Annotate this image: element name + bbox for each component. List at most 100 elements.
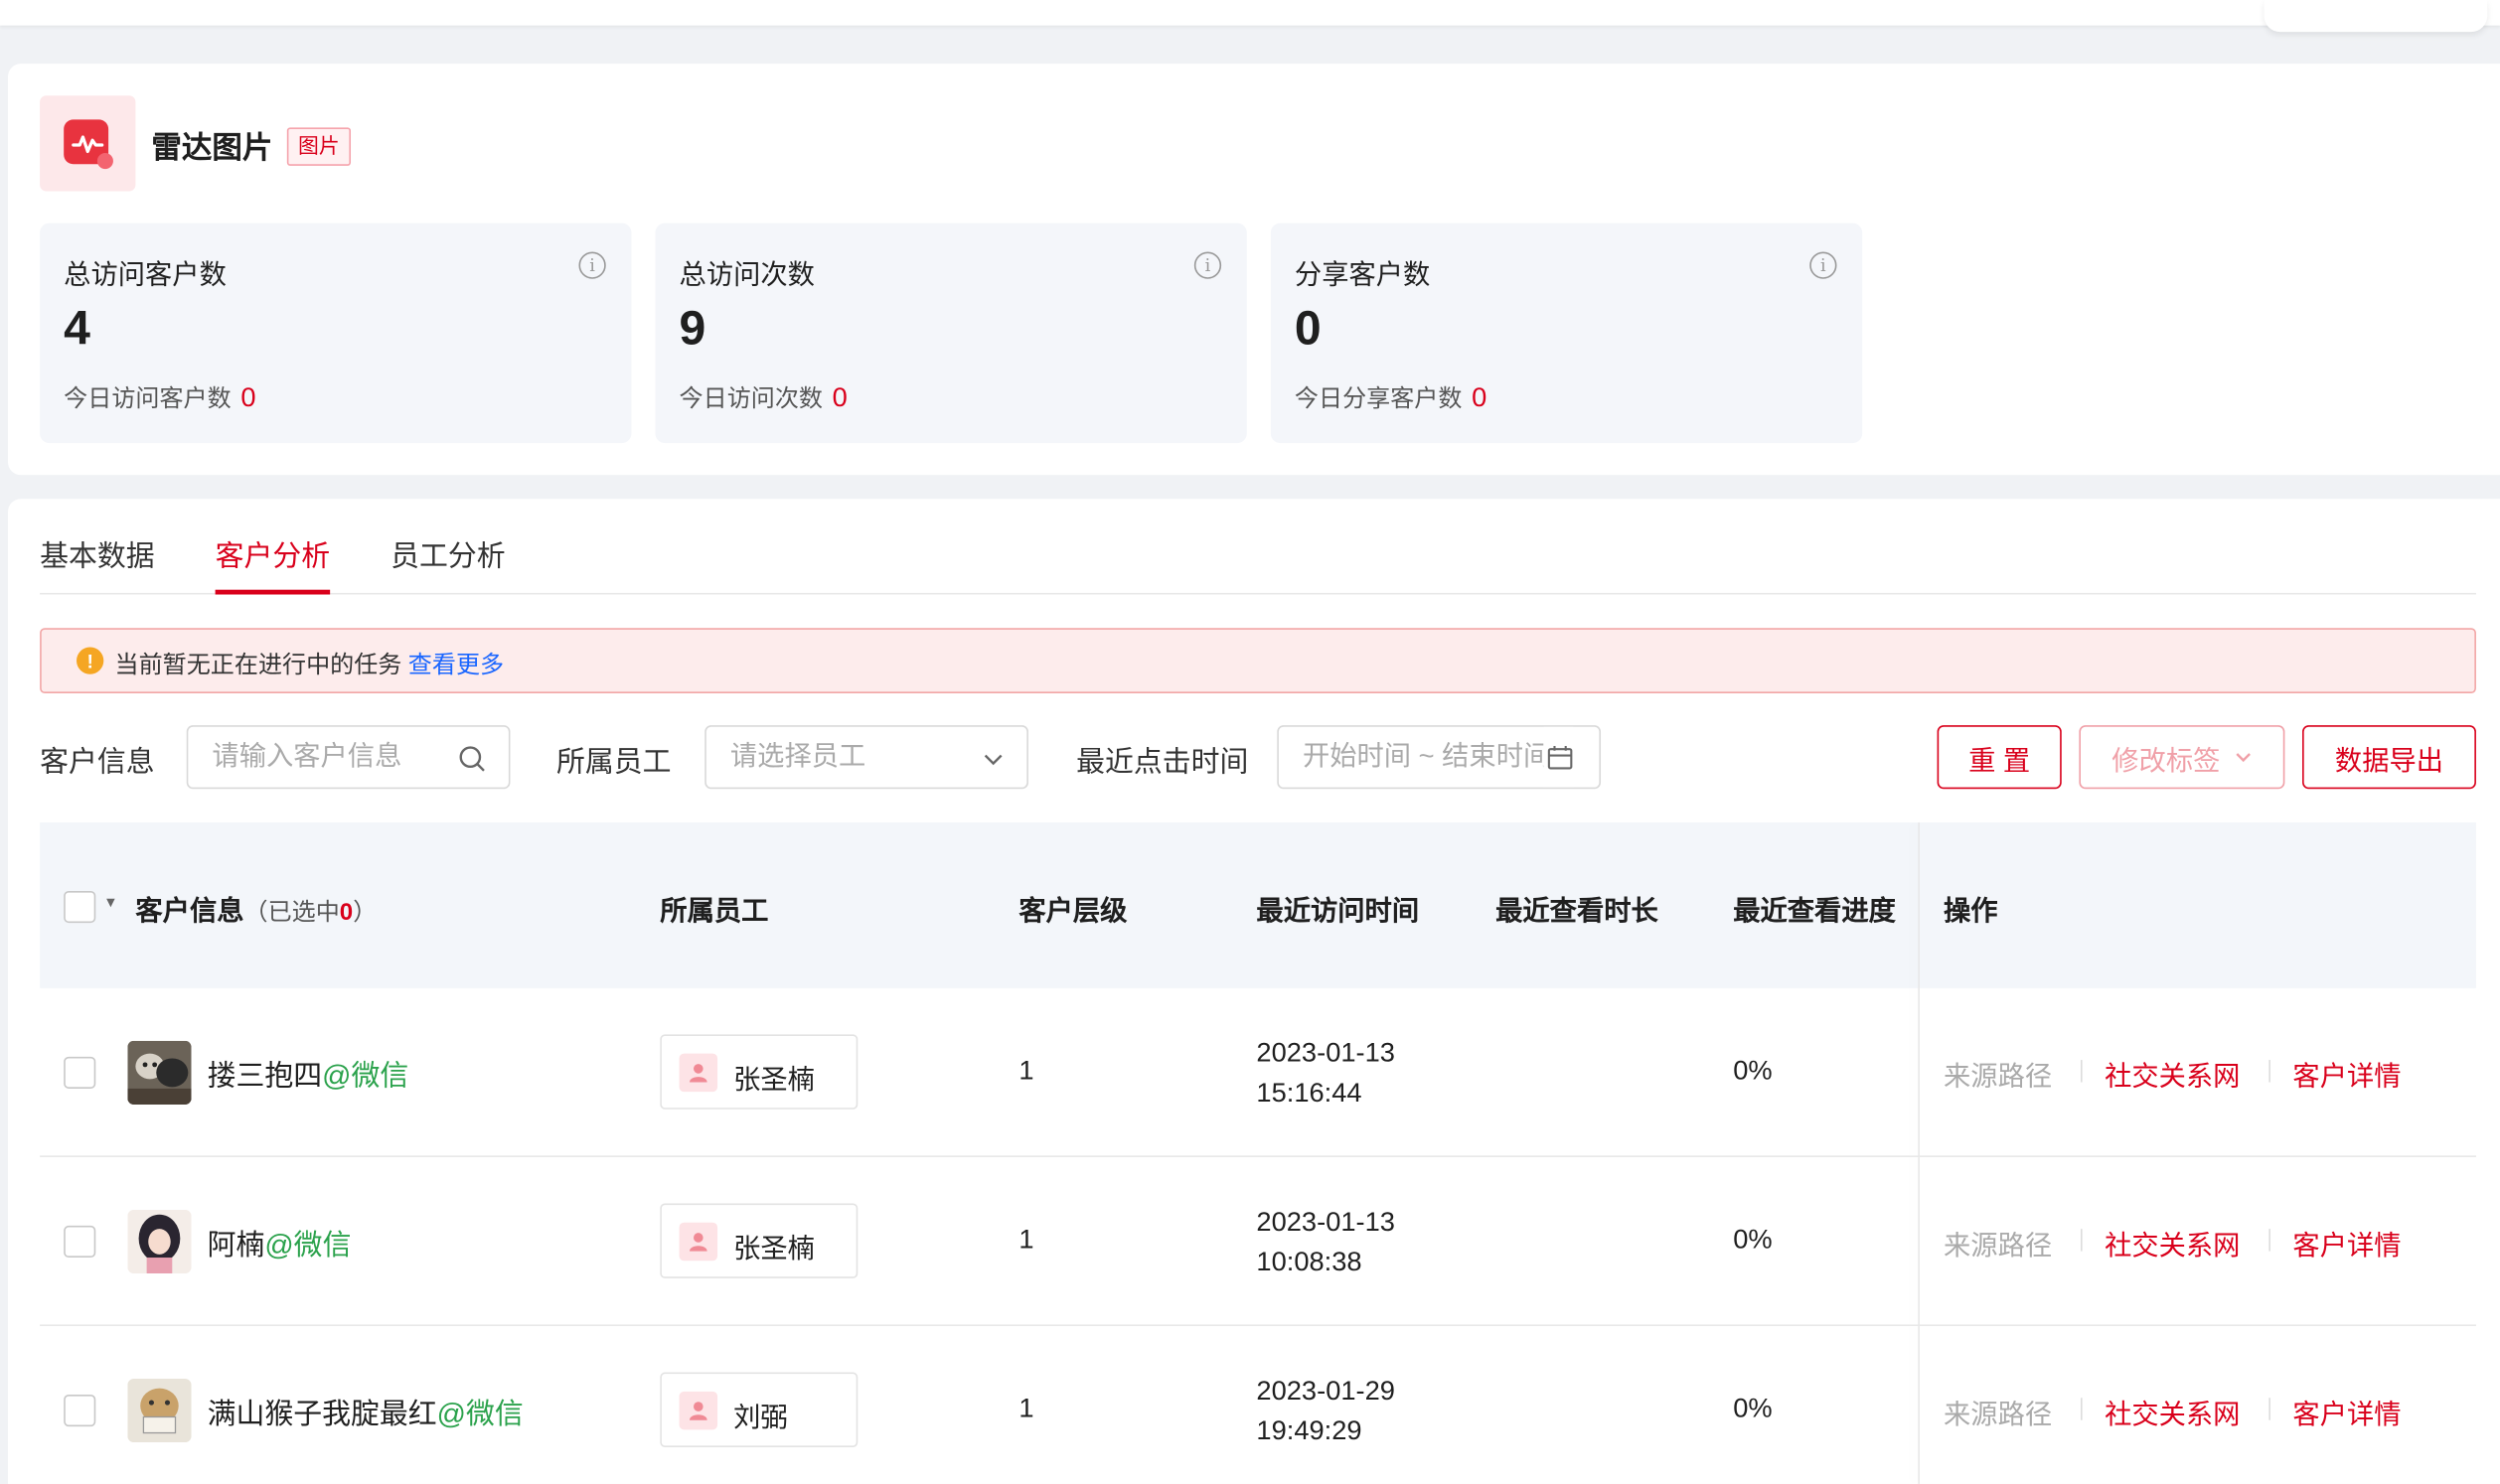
radar-image-icon: [40, 95, 136, 192]
warning-icon: !: [77, 647, 104, 674]
social-network-link[interactable]: 社交关系网: [2105, 1392, 2240, 1431]
stat-sub-value: 0: [1472, 382, 1487, 413]
customer-level: 1: [1018, 1393, 1034, 1423]
stat-value: 0: [1294, 302, 1322, 356]
stat-label: 分享客户数: [1294, 259, 1431, 291]
visit-date: 2023-01-13: [1256, 1037, 1395, 1069]
stat-sub-label: 今日访问次数: [679, 385, 823, 413]
stat-card-share-customers: 分享客户数 i 0 今日分享客户数 0: [1270, 223, 1863, 444]
avatar: [127, 1378, 192, 1443]
click-time-filter-label: 最近点击时间: [1076, 745, 1249, 779]
customer-detail-link[interactable]: 客户详情: [2292, 1392, 2401, 1431]
column-duration: 最近查看时长: [1495, 895, 1658, 927]
social-network-link[interactable]: 社交关系网: [2105, 1223, 2240, 1262]
chevron-down-icon: [2235, 753, 2251, 763]
action-divider: [2081, 1398, 2083, 1420]
staff-name: 张圣楠: [733, 1064, 815, 1096]
row-checkbox[interactable]: [64, 1225, 96, 1259]
action-divider: [2268, 1398, 2270, 1420]
caret-down-icon[interactable]: ▼: [103, 894, 117, 910]
stat-sub-label: 今日访问客户数: [64, 385, 232, 413]
staff-select-placeholder: 请选择员工: [729, 741, 866, 772]
info-icon[interactable]: i: [578, 251, 606, 279]
stat-sub: 今日分享客户数 0: [1295, 380, 1486, 414]
user-icon: [679, 1053, 718, 1093]
staff-chip: 刘弼: [660, 1372, 859, 1447]
customer-name-text: 搂三抱四: [207, 1060, 323, 1093]
wechat-source: @微信: [436, 1398, 524, 1430]
action-divider: [2268, 1060, 2270, 1083]
last-visit-time: 2023-01-29 19:49:29: [1256, 1371, 1395, 1450]
table-row: 搂三抱四@微信 张圣楠 1 2023-01-13 15:16:44 0% 来源路径…: [40, 988, 2476, 1157]
column-customer-info: 客户信息（已选中0）: [135, 888, 377, 928]
social-network-link[interactable]: 社交关系网: [2105, 1054, 2240, 1094]
date-range-placeholder: 开始时间 ~ 结束时间: [1302, 741, 1551, 772]
source-path-link[interactable]: 来源路径: [1944, 1223, 2052, 1262]
user-icon: [679, 1391, 718, 1430]
action-divider: [2268, 1229, 2270, 1252]
material-title: 雷达图片: [151, 132, 273, 166]
alert-text: 当前暂无正在进行中的任务 查看更多: [115, 647, 505, 680]
tab-customer-analysis[interactable]: 客户分析: [215, 534, 331, 595]
table-header: ▼ 客户信息（已选中0） 所属员工 客户层级 最近访问时间 最近查看时长 最近查…: [40, 821, 2476, 988]
export-data-button[interactable]: 数据导出: [2302, 725, 2476, 790]
customer-search-input[interactable]: [186, 725, 511, 790]
tab-bar: 基本数据 客户分析 员工分析: [40, 499, 2476, 595]
customer-name[interactable]: 搂三抱四@微信: [208, 1054, 409, 1096]
stat-sub: 今日访问次数 0: [680, 380, 848, 414]
select-all-checkbox[interactable]: [64, 890, 96, 924]
page-root: 雷达图片 图片 总访问客户数 i 4 今日访问客户数 0 总访问次数 i 9 今日…: [0, 0, 2500, 1484]
edit-tag-button[interactable]: 修改标签: [2079, 725, 2285, 790]
view-progress: 0%: [1733, 1224, 1773, 1255]
visit-clock: 19:49:29: [1256, 1414, 1362, 1446]
customer-filter-label: 客户信息: [40, 745, 155, 779]
stat-value: 9: [679, 302, 706, 356]
stat-sub-value: 0: [832, 382, 848, 413]
staff-chip: 张圣楠: [660, 1034, 859, 1110]
wechat-source: @微信: [322, 1060, 409, 1093]
search-icon[interactable]: [458, 727, 487, 788]
customer-name[interactable]: 满山猴子我腚最红@微信: [208, 1392, 524, 1433]
column-customer-label: 客户信息: [135, 895, 244, 927]
info-icon[interactable]: i: [1193, 251, 1222, 279]
customer-name-text: 阿楠: [207, 1229, 265, 1261]
stat-sub: 今日访问客户数 0: [64, 380, 255, 414]
staff-name: 刘弼: [733, 1403, 788, 1433]
customer-search-field[interactable]: [212, 741, 452, 774]
visit-date: 2023-01-13: [1256, 1206, 1395, 1238]
stat-label: 总访问次数: [679, 259, 815, 291]
customer-name[interactable]: 阿楠@微信: [208, 1223, 352, 1264]
view-progress: 0%: [1733, 1055, 1773, 1086]
wechat-source: @微信: [264, 1229, 352, 1261]
column-progress: 最近查看进度: [1733, 895, 1896, 927]
date-range-picker[interactable]: 开始时间 ~ 结束时间: [1277, 725, 1602, 790]
row-checkbox[interactable]: [64, 1395, 96, 1427]
source-path-link[interactable]: 来源路径: [1944, 1054, 2052, 1094]
edit-tag-label: 修改标签: [2111, 745, 2221, 776]
row-checkbox[interactable]: [64, 1056, 96, 1089]
user-icon: [679, 1222, 718, 1261]
analysis-card: 基本数据 客户分析 员工分析 ! 当前暂无正在进行中的任务查看更多 客户信息 所…: [8, 499, 2500, 1484]
stat-card-total-visits: 总访问次数 i 9 今日访问次数 0: [655, 223, 1247, 444]
customer-detail-link[interactable]: 客户详情: [2292, 1223, 2401, 1262]
view-more-link[interactable]: 查看更多: [408, 652, 504, 678]
material-overview-card: 雷达图片 图片 总访问客户数 i 4 今日访问客户数 0 总访问次数 i 9 今日…: [8, 64, 2500, 476]
staff-name: 张圣楠: [733, 1233, 815, 1264]
top-bar-pill: [2264, 0, 2488, 33]
staff-chip: 张圣楠: [660, 1203, 859, 1278]
customer-detail-link[interactable]: 客户详情: [2292, 1054, 2401, 1094]
reset-button[interactable]: 重 置: [1937, 725, 2062, 790]
tab-basic-data[interactable]: 基本数据: [40, 534, 155, 595]
selected-count-text: （已选中0）: [244, 899, 378, 926]
selected-count: 0: [339, 898, 354, 927]
view-progress: 0%: [1733, 1393, 1773, 1423]
source-path-link[interactable]: 来源路径: [1944, 1392, 2052, 1431]
info-icon[interactable]: i: [1809, 251, 1837, 279]
staff-select[interactable]: 请选择员工: [704, 725, 1028, 790]
selected-prefix: （已选中: [243, 898, 340, 927]
material-type-badge: 图片: [286, 127, 352, 166]
alert-message: 当前暂无正在进行中的任务: [114, 652, 402, 679]
table-row: 满山猴子我腚最红@微信 刘弼 1 2023-01-29 19:49:29 0% 来…: [40, 1326, 2476, 1484]
column-operations: 操作: [1944, 895, 1998, 927]
tab-staff-analysis[interactable]: 员工分析: [391, 534, 506, 595]
